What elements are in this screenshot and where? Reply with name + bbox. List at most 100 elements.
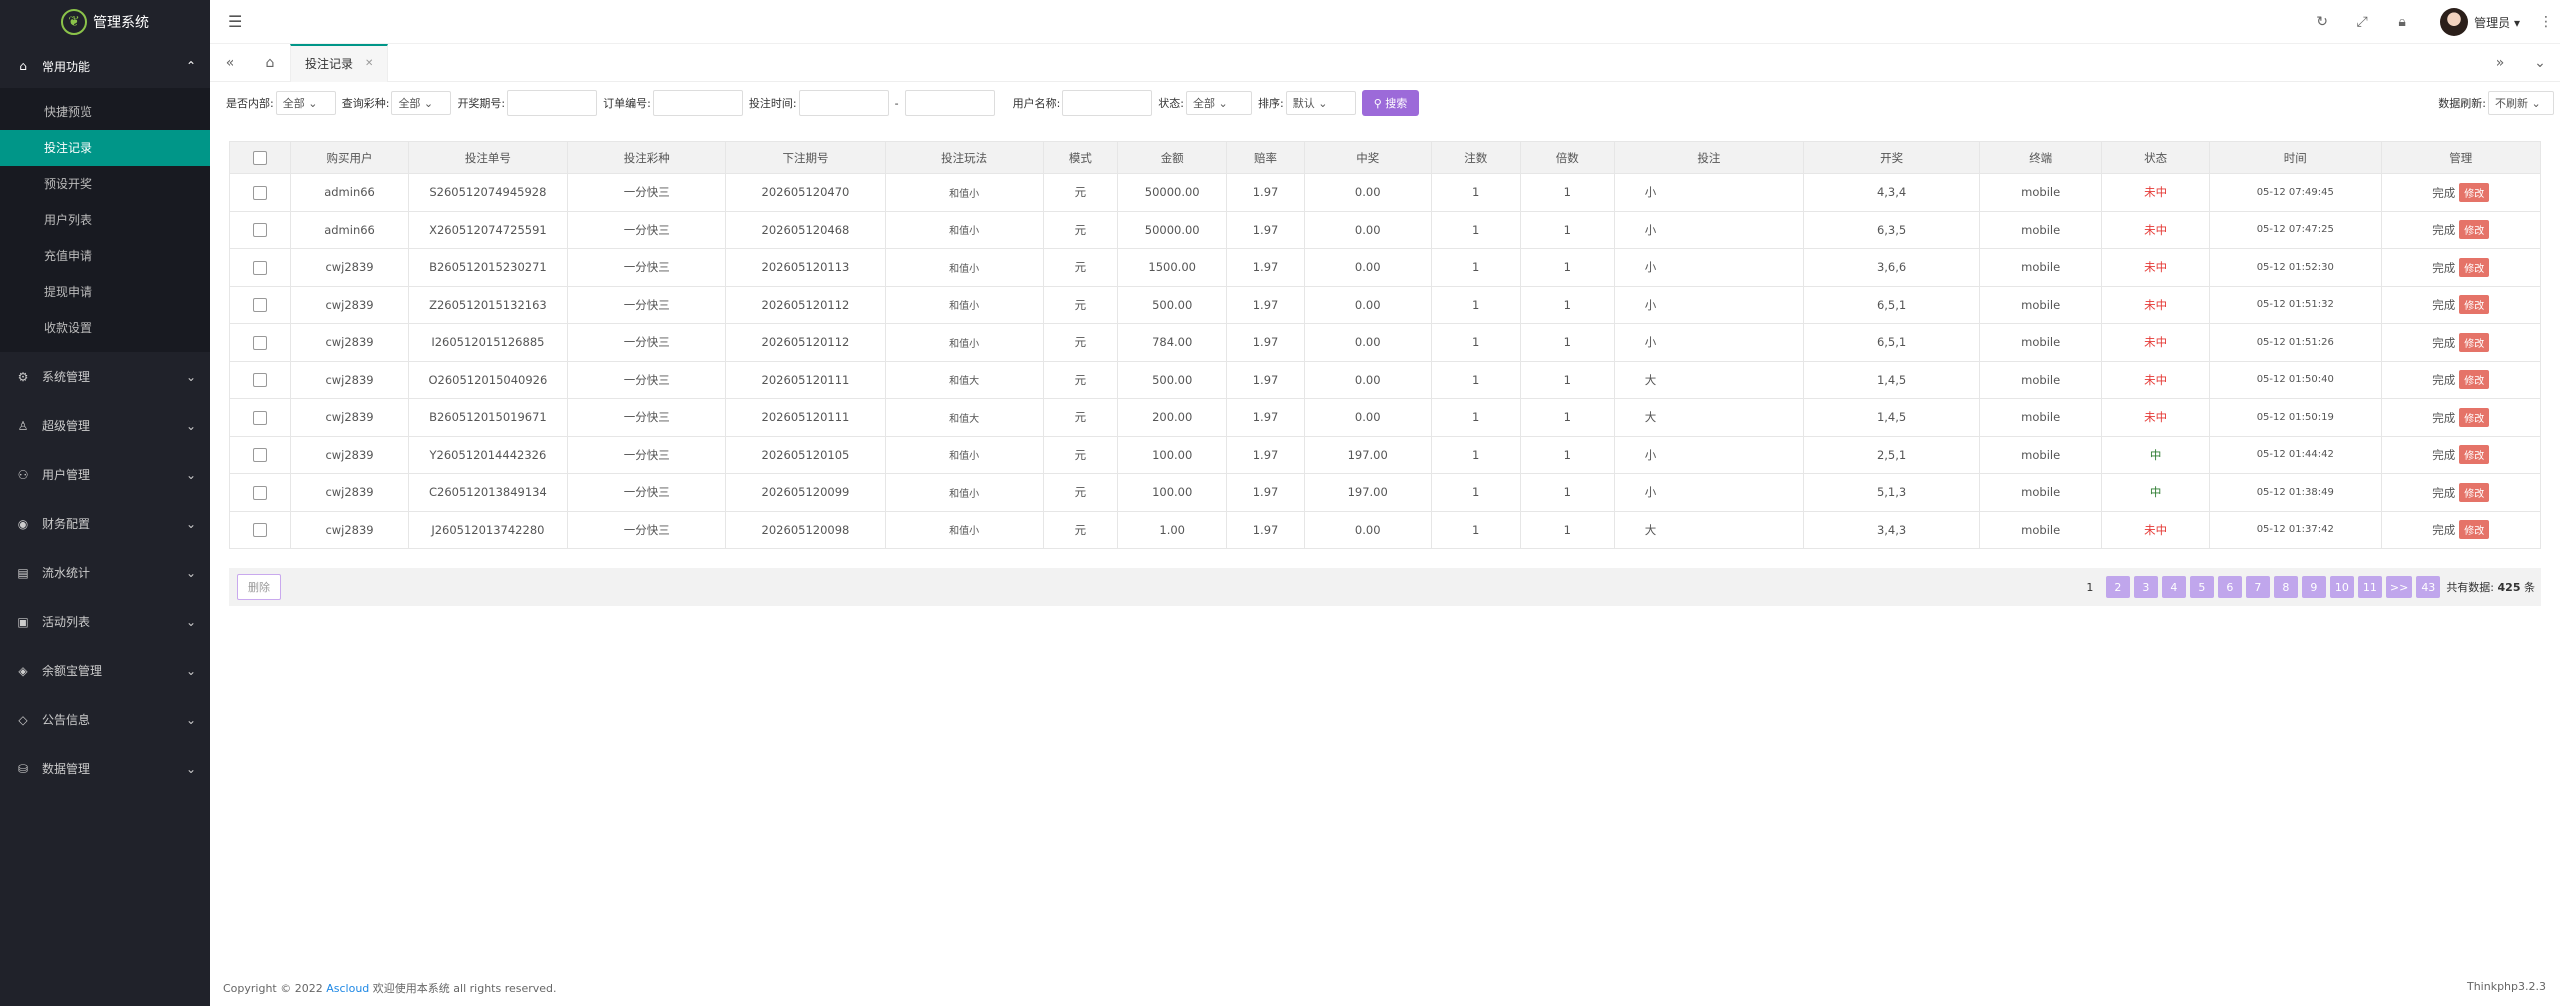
table-cell: 和值小: [884, 473, 1044, 512]
status-select[interactable]: 全部 ⌄: [1186, 91, 1253, 115]
page-button[interactable]: 3: [2133, 576, 2158, 598]
table-cell: 05-12 01:51:26: [2209, 323, 2382, 362]
period-input[interactable]: [507, 90, 598, 116]
sidebar-group-data[interactable]: ⛁ 数据管理 ⌄: [0, 744, 210, 793]
search-button[interactable]: ⚲ 搜索: [1361, 90, 1420, 116]
fullscreen-icon[interactable]: ⤢: [2342, 14, 2382, 30]
edit-button[interactable]: 修改: [2459, 407, 2490, 427]
scroll-right-icon[interactable]: »: [2480, 44, 2520, 82]
edit-button[interactable]: 修改: [2459, 257, 2490, 277]
row-checkbox[interactable]: [253, 335, 268, 350]
avatar[interactable]: [2440, 8, 2469, 36]
table-cell: cwj2839: [290, 248, 409, 287]
sidebar-item-quick-preview[interactable]: 快捷预览: [0, 94, 210, 130]
table-cell: 未中: [2101, 210, 2211, 249]
sidebar-item-payment-settings[interactable]: 收款设置: [0, 310, 210, 346]
page-button[interactable]: 6: [2217, 576, 2242, 598]
select-all-checkbox[interactable]: [253, 150, 268, 165]
row-checkbox[interactable]: [253, 185, 268, 200]
sidebar-group-finance[interactable]: ◉ 财务配置 ⌄: [0, 499, 210, 548]
row-checkbox[interactable]: [253, 298, 268, 312]
sidebar-group-common[interactable]: ⌂ 常用功能 ⌃: [0, 44, 210, 88]
refresh-icon[interactable]: ↻: [2302, 14, 2342, 30]
table-footer: 删除 1 2 3 4 5 6 7 8 9 10 11 >> 43 共有数据: 425 条: [229, 568, 2541, 606]
row-checkbox[interactable]: [253, 523, 268, 537]
edit-button[interactable]: 修改: [2459, 445, 2490, 465]
time-start-input[interactable]: [798, 90, 889, 116]
row-select-cell: [228, 248, 292, 287]
tab-bet-records[interactable]: 投注记录 ✕: [290, 43, 389, 82]
table-cell: admin66: [290, 210, 409, 249]
brand-link[interactable]: Ascloud: [326, 982, 369, 995]
row-checkbox[interactable]: [253, 485, 268, 500]
sidebar-item-recharge[interactable]: 充值申请: [0, 238, 210, 274]
more-icon[interactable]: ⋮: [2532, 14, 2560, 30]
sidebar-group-stats[interactable]: ▤ 流水统计 ⌄: [0, 548, 210, 597]
page-button[interactable]: 5: [2189, 576, 2214, 598]
chevron-down-icon: ⌄: [185, 369, 196, 384]
page-button[interactable]: 4: [2161, 576, 2186, 598]
diamond-icon: ◈: [18, 663, 28, 678]
delete-button[interactable]: 删除: [237, 574, 281, 600]
sidebar-group-notices[interactable]: ◇ 公告信息 ⌄: [0, 695, 210, 744]
row-select-cell: [228, 210, 292, 249]
edit-button[interactable]: 修改: [2459, 332, 2490, 352]
sidebar-group-users[interactable]: ⚇ 用户管理 ⌄: [0, 450, 210, 499]
manage-cell: 完成 修改: [2380, 210, 2541, 249]
table-cell: 元: [1042, 323, 1119, 362]
column-header: 注数: [1430, 141, 1521, 174]
table-cell: mobile: [1979, 398, 2103, 437]
menu-toggle-icon[interactable]: ☰: [228, 12, 242, 31]
edit-button[interactable]: 修改: [2459, 482, 2490, 502]
row-checkbox[interactable]: [253, 260, 268, 275]
row-checkbox[interactable]: [253, 223, 268, 237]
sort-select[interactable]: 默认 ⌄: [1285, 91, 1356, 115]
internal-select[interactable]: 全部 ⌄: [275, 91, 336, 115]
sidebar-item-user-list[interactable]: 用户列表: [0, 202, 210, 238]
page-button[interactable]: 8: [2273, 576, 2298, 598]
edit-button[interactable]: 修改: [2459, 182, 2490, 202]
edit-button[interactable]: 修改: [2459, 520, 2490, 540]
home-icon: ⌂: [19, 59, 27, 73]
user-menu[interactable]: 管理员 ▾: [2474, 14, 2520, 31]
page-button[interactable]: >>: [2385, 576, 2413, 598]
sidebar-item-withdraw[interactable]: 提现申请: [0, 274, 210, 310]
table-cell: 小: [1613, 323, 1804, 362]
refresh-select[interactable]: 不刷新 ⌄: [2488, 91, 2554, 115]
sidebar-group-super[interactable]: ♙ 超级管理 ⌄: [0, 401, 210, 450]
edit-button[interactable]: 修改: [2459, 220, 2490, 240]
table-cell: 0.00: [1303, 323, 1432, 362]
edit-button[interactable]: 修改: [2459, 295, 2490, 315]
row-checkbox[interactable]: [253, 448, 268, 462]
chevron-down-icon[interactable]: ⌄: [2520, 44, 2560, 82]
page-button[interactable]: 2: [2105, 576, 2130, 598]
total-count: 共有数据: 425 条: [2446, 581, 2535, 594]
edit-button[interactable]: 修改: [2459, 370, 2490, 390]
username-input[interactable]: [1062, 90, 1153, 116]
sidebar-item-preset-draw[interactable]: 预设开奖: [0, 166, 210, 202]
lock-icon[interactable]: 🔒︎: [2382, 14, 2422, 30]
sidebar-item-bet-records[interactable]: 投注记录: [0, 130, 210, 166]
status-done: 完成: [2432, 410, 2456, 425]
table-cell: 500.00: [1117, 285, 1228, 324]
row-checkbox[interactable]: [253, 410, 268, 425]
sidebar-group-yuebao[interactable]: ◈ 余额宝管理 ⌄: [0, 646, 210, 695]
close-icon[interactable]: ✕: [365, 58, 373, 69]
page-button[interactable]: 11: [2357, 576, 2382, 598]
home-tab-icon[interactable]: ⌂: [250, 44, 290, 82]
sidebar-group-activities[interactable]: ▣ 活动列表 ⌄: [0, 597, 210, 646]
page-button[interactable]: 1: [2078, 576, 2102, 598]
time-end-input[interactable]: [904, 90, 995, 116]
table-cell: 100.00: [1117, 473, 1228, 512]
page-button[interactable]: 43: [2416, 576, 2441, 598]
lottery-select[interactable]: 全部 ⌄: [391, 91, 452, 115]
scroll-left-icon[interactable]: «: [210, 44, 250, 82]
row-checkbox[interactable]: [253, 373, 268, 387]
page-button[interactable]: 7: [2245, 576, 2270, 598]
table-cell: 1: [1519, 510, 1615, 549]
order-input[interactable]: [652, 90, 743, 116]
page-button[interactable]: 10: [2329, 576, 2354, 598]
sidebar-group-system[interactable]: ⚙ 系统管理 ⌄: [0, 352, 210, 401]
page-button[interactable]: 9: [2301, 576, 2326, 598]
table-cell: 202605120099: [725, 473, 886, 512]
